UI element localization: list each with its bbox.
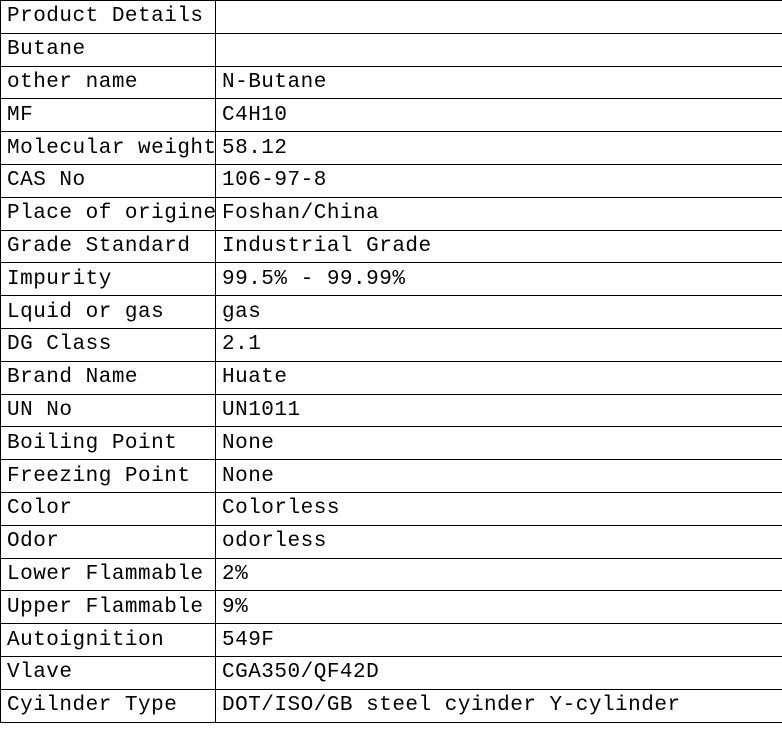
cell-value: gas bbox=[216, 296, 782, 329]
cell-value: 2% bbox=[216, 558, 782, 591]
table-row: Product Details bbox=[1, 1, 782, 34]
cell-value: UN1011 bbox=[216, 394, 782, 427]
table-row: Butane bbox=[1, 33, 782, 66]
cell-value: None bbox=[216, 460, 782, 493]
cell-label: CAS No bbox=[1, 164, 216, 197]
cell-label: Product Details bbox=[1, 1, 216, 34]
cell-value: Colorless bbox=[216, 492, 782, 525]
cell-label: Place of origine bbox=[1, 197, 216, 230]
cell-label: other name bbox=[1, 66, 216, 99]
cell-label: Lquid or gas bbox=[1, 296, 216, 329]
cell-value: None bbox=[216, 427, 782, 460]
table-row: Boiling Point None bbox=[1, 427, 782, 460]
cell-label: Vlave bbox=[1, 656, 216, 689]
table-row: Lquid or gas gas bbox=[1, 296, 782, 329]
table-row: MF C4H10 bbox=[1, 99, 782, 132]
table-row: Autoignition 549F bbox=[1, 624, 782, 657]
cell-label: Molecular weight bbox=[1, 132, 216, 165]
table-body: Product Details Butane other name N-Buta… bbox=[1, 1, 782, 723]
cell-label: Lower Flammable Li bbox=[1, 558, 216, 591]
cell-label: Freezing Point bbox=[1, 460, 216, 493]
table-row: UN No UN1011 bbox=[1, 394, 782, 427]
cell-value: CGA350/QF42D bbox=[216, 656, 782, 689]
table-row: Grade Standard Industrial Grade bbox=[1, 230, 782, 263]
cell-value bbox=[216, 33, 782, 66]
cell-label: Cyilnder Type bbox=[1, 689, 216, 722]
table-row: Vlave CGA350/QF42D bbox=[1, 656, 782, 689]
cell-value bbox=[216, 1, 782, 34]
table-row: Brand Name Huate bbox=[1, 361, 782, 394]
table-row: Place of origine Foshan/China bbox=[1, 197, 782, 230]
cell-label: Impurity bbox=[1, 263, 216, 296]
cell-label: MF bbox=[1, 99, 216, 132]
cell-value: Industrial Grade bbox=[216, 230, 782, 263]
cell-value: 58.12 bbox=[216, 132, 782, 165]
cell-value: C4H10 bbox=[216, 99, 782, 132]
cell-label: Brand Name bbox=[1, 361, 216, 394]
cell-label: Grade Standard bbox=[1, 230, 216, 263]
cell-label: Color bbox=[1, 492, 216, 525]
cell-value: 106-97-8 bbox=[216, 164, 782, 197]
table-row: CAS No 106-97-8 bbox=[1, 164, 782, 197]
cell-value: odorless bbox=[216, 525, 782, 558]
cell-label: DG Class bbox=[1, 328, 216, 361]
cell-value: 2.1 bbox=[216, 328, 782, 361]
cell-label: Butane bbox=[1, 33, 216, 66]
cell-label: Autoignition bbox=[1, 624, 216, 657]
cell-value: Foshan/China bbox=[216, 197, 782, 230]
table-row: Lower Flammable Li 2% bbox=[1, 558, 782, 591]
table-row: other name N-Butane bbox=[1, 66, 782, 99]
cell-label: Boiling Point bbox=[1, 427, 216, 460]
cell-value: 9% bbox=[216, 591, 782, 624]
product-details-table: Product Details Butane other name N-Buta… bbox=[0, 0, 782, 723]
cell-value: 549F bbox=[216, 624, 782, 657]
cell-value: DOT/ISO/GB steel cyinder Y-cylinder bbox=[216, 689, 782, 722]
cell-value: N-Butane bbox=[216, 66, 782, 99]
table-row: Molecular weight 58.12 bbox=[1, 132, 782, 165]
cell-value: Huate bbox=[216, 361, 782, 394]
table-row: DG Class 2.1 bbox=[1, 328, 782, 361]
table-row: Upper Flammable li 9% bbox=[1, 591, 782, 624]
cell-value: 99.5% - 99.99% bbox=[216, 263, 782, 296]
table-row: Color Colorless bbox=[1, 492, 782, 525]
cell-label: Upper Flammable li bbox=[1, 591, 216, 624]
cell-label: UN No bbox=[1, 394, 216, 427]
table-row: Freezing Point None bbox=[1, 460, 782, 493]
table-row: Impurity 99.5% - 99.99% bbox=[1, 263, 782, 296]
table-row: Cyilnder Type DOT/ISO/GB steel cyinder Y… bbox=[1, 689, 782, 722]
cell-label: Odor bbox=[1, 525, 216, 558]
table-row: Odor odorless bbox=[1, 525, 782, 558]
